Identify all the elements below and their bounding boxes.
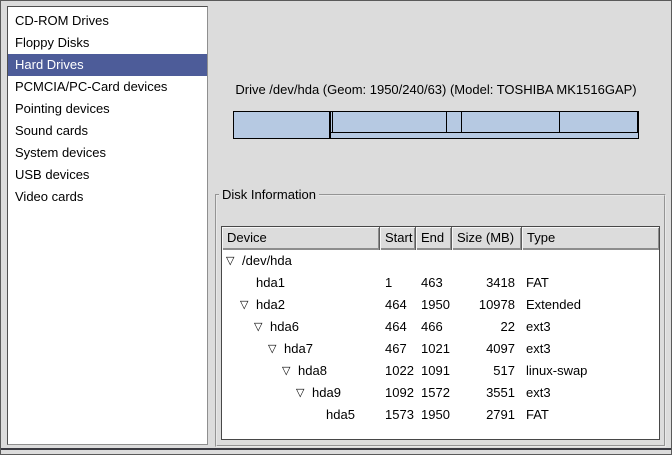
device-label: hda6: [270, 316, 299, 338]
cell-device: ▽hda2: [222, 294, 380, 316]
drive-title: Drive /dev/hda (Geom: 1950/240/63) (Mode…: [233, 82, 639, 97]
table-row-hda7[interactable]: ▽hda746710214097ext3: [222, 338, 659, 360]
device-label: hda8: [298, 360, 327, 382]
cell-type: FAT: [522, 404, 659, 426]
column-header-end[interactable]: End: [416, 227, 452, 250]
expander-icon[interactable]: ▽: [254, 316, 270, 338]
cell-start: 464: [380, 294, 416, 316]
table-body: ▽/dev/hdahda114633418FAT▽hda246419501097…: [222, 250, 659, 426]
cell-start: 464: [380, 316, 416, 338]
expander-icon[interactable]: ▽: [240, 294, 256, 316]
cell-end: [416, 250, 452, 272]
column-header-start[interactable]: Start: [380, 227, 416, 250]
cell-device: ▽/dev/hda: [222, 250, 380, 272]
cell-device: ▽hda6: [222, 316, 380, 338]
cell-type: FAT: [522, 272, 659, 294]
device-label: hda9: [312, 382, 341, 404]
table-row-hda8[interactable]: ▽hda810221091517linux-swap: [222, 360, 659, 382]
expander-icon[interactable]: ▽: [226, 250, 242, 272]
partition-segment-hda2: [330, 112, 638, 138]
device-label: hda1: [256, 272, 285, 294]
cell-type: linux-swap: [522, 360, 659, 382]
cell-start: 1022: [380, 360, 416, 382]
sidebar-item-pointing-devices[interactable]: Pointing devices: [8, 98, 207, 120]
cell-size: 10978: [452, 294, 522, 316]
cell-end: 1950: [416, 294, 452, 316]
sidebar-item-video-cards[interactable]: Video cards: [8, 186, 207, 208]
cell-end: 1091: [416, 360, 452, 382]
cell-size: 517: [452, 360, 522, 382]
sidebar-item-usb-devices[interactable]: USB devices: [8, 164, 207, 186]
cell-end: 1572: [416, 382, 452, 404]
cell-size: 4097: [452, 338, 522, 360]
group-title: Disk Information: [219, 187, 319, 202]
cell-size: 3551: [452, 382, 522, 404]
device-category-list: CD-ROM DrivesFloppy DisksHard DrivesPCMC…: [7, 6, 208, 445]
cell-size: 3418: [452, 272, 522, 294]
cell-end: 466: [416, 316, 452, 338]
logical-partition-row: [331, 112, 638, 133]
cell-start: [380, 250, 416, 272]
cell-type: Extended: [522, 294, 659, 316]
cell-end: 1950: [416, 404, 452, 426]
sidebar-item-hard-drives[interactable]: Hard Drives: [8, 54, 207, 76]
device-label: hda2: [256, 294, 285, 316]
sidebar-item-cd-rom-drives[interactable]: CD-ROM Drives: [8, 10, 207, 32]
column-header-type[interactable]: Type: [522, 227, 659, 250]
sidebar-item-sound-cards[interactable]: Sound cards: [8, 120, 207, 142]
partition-segment-hda8: [447, 112, 462, 133]
cell-type: ext3: [522, 316, 659, 338]
partition-segment-hda1: [234, 112, 330, 138]
sidebar-item-system-devices[interactable]: System devices: [8, 142, 207, 164]
cell-type: ext3: [522, 382, 659, 404]
sidebar-item-floppy-disks[interactable]: Floppy Disks: [8, 32, 207, 54]
cell-start: 467: [380, 338, 416, 360]
table-row-hda5[interactable]: hda5 157319502791FAT: [222, 404, 659, 426]
partition-segment-hda9: [462, 112, 561, 133]
column-header-device[interactable]: Device: [222, 227, 380, 250]
sidebar-item-pcmcia-pc-card-devices[interactable]: PCMCIA/PC-Card devices: [8, 76, 207, 98]
partition-segment-hda5: [560, 112, 638, 133]
cell-start: 1573: [380, 404, 416, 426]
cell-device: hda1: [222, 272, 380, 294]
cell-device: ▽hda9: [222, 382, 380, 404]
expander-icon[interactable]: ▽: [282, 360, 298, 382]
table-row-dev-hda[interactable]: ▽/dev/hda: [222, 250, 659, 272]
cell-type: ext3: [522, 338, 659, 360]
cell-end: 463: [416, 272, 452, 294]
window-bottom-edge: [1, 448, 671, 450]
cell-type: [522, 250, 659, 272]
cell-end: 1021: [416, 338, 452, 360]
table-row-hda9[interactable]: ▽hda9109215723551ext3: [222, 382, 659, 404]
cell-start: 1092: [380, 382, 416, 404]
cell-start: 1: [380, 272, 416, 294]
cell-size: 2791: [452, 404, 522, 426]
table-row-hda2[interactable]: ▽hda2464195010978Extended: [222, 294, 659, 316]
cell-device: hda5: [222, 404, 380, 426]
device-label: hda5: [326, 404, 355, 426]
cell-size: 22: [452, 316, 522, 338]
partition-bar: [233, 111, 639, 139]
hardware-browser-window: CD-ROM DrivesFloppy DisksHard DrivesPCMC…: [0, 0, 672, 455]
table-row-hda1[interactable]: hda1 14633418FAT: [222, 272, 659, 294]
cell-size: [452, 250, 522, 272]
cell-device: ▽hda8: [222, 360, 380, 382]
device-label: hda7: [284, 338, 313, 360]
partition-segment-hda7: [333, 112, 447, 133]
table-header-row: DeviceStartEndSize (MB)Type: [222, 227, 659, 250]
table-row-hda6[interactable]: ▽hda646446622ext3: [222, 316, 659, 338]
disk-information-group: Disk Information DeviceStartEndSize (MB)…: [215, 187, 666, 447]
column-header-size-mb[interactable]: Size (MB): [452, 227, 522, 250]
cell-device: ▽hda7: [222, 338, 380, 360]
partition-table: DeviceStartEndSize (MB)Type ▽/dev/hdahda…: [221, 226, 660, 440]
device-label: /dev/hda: [242, 250, 292, 272]
expander-icon[interactable]: ▽: [268, 338, 284, 360]
expander-icon[interactable]: ▽: [296, 382, 312, 404]
